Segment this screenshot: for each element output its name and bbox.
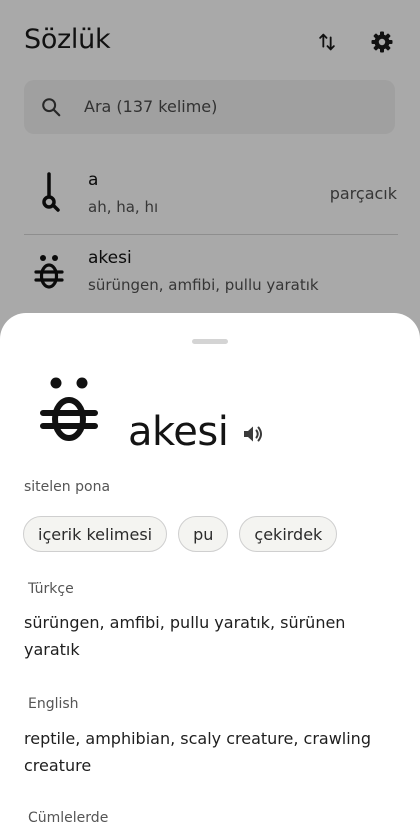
section-body-english: reptile, amphibian, scaly creature, craw… bbox=[24, 729, 371, 775]
word-detail-sheet: akesi sitelen pona içerik kelimesi pu çe… bbox=[0, 313, 420, 840]
section-title-english: English bbox=[28, 696, 79, 712]
section-body-turkish: sürüngen, amfibi, pullu yaratık, sürünen… bbox=[24, 613, 346, 659]
section-title-sentences: Cümlelerde bbox=[28, 810, 109, 826]
drag-handle[interactable] bbox=[192, 339, 228, 344]
sitelen-pona-label: sitelen pona bbox=[24, 479, 111, 495]
tag-chip[interactable]: çekirdek bbox=[239, 516, 338, 552]
section-title-turkish: Türkçe bbox=[28, 581, 74, 597]
tag-chip[interactable]: pu bbox=[178, 516, 229, 552]
tag-chips: içerik kelimesi pu çekirdek bbox=[23, 516, 338, 552]
detail-word: akesi bbox=[128, 409, 229, 455]
tag-chip[interactable]: içerik kelimesi bbox=[23, 516, 168, 552]
sitelen-pona-akesi-large-glyph bbox=[40, 377, 98, 441]
speaker-icon[interactable] bbox=[241, 422, 265, 446]
